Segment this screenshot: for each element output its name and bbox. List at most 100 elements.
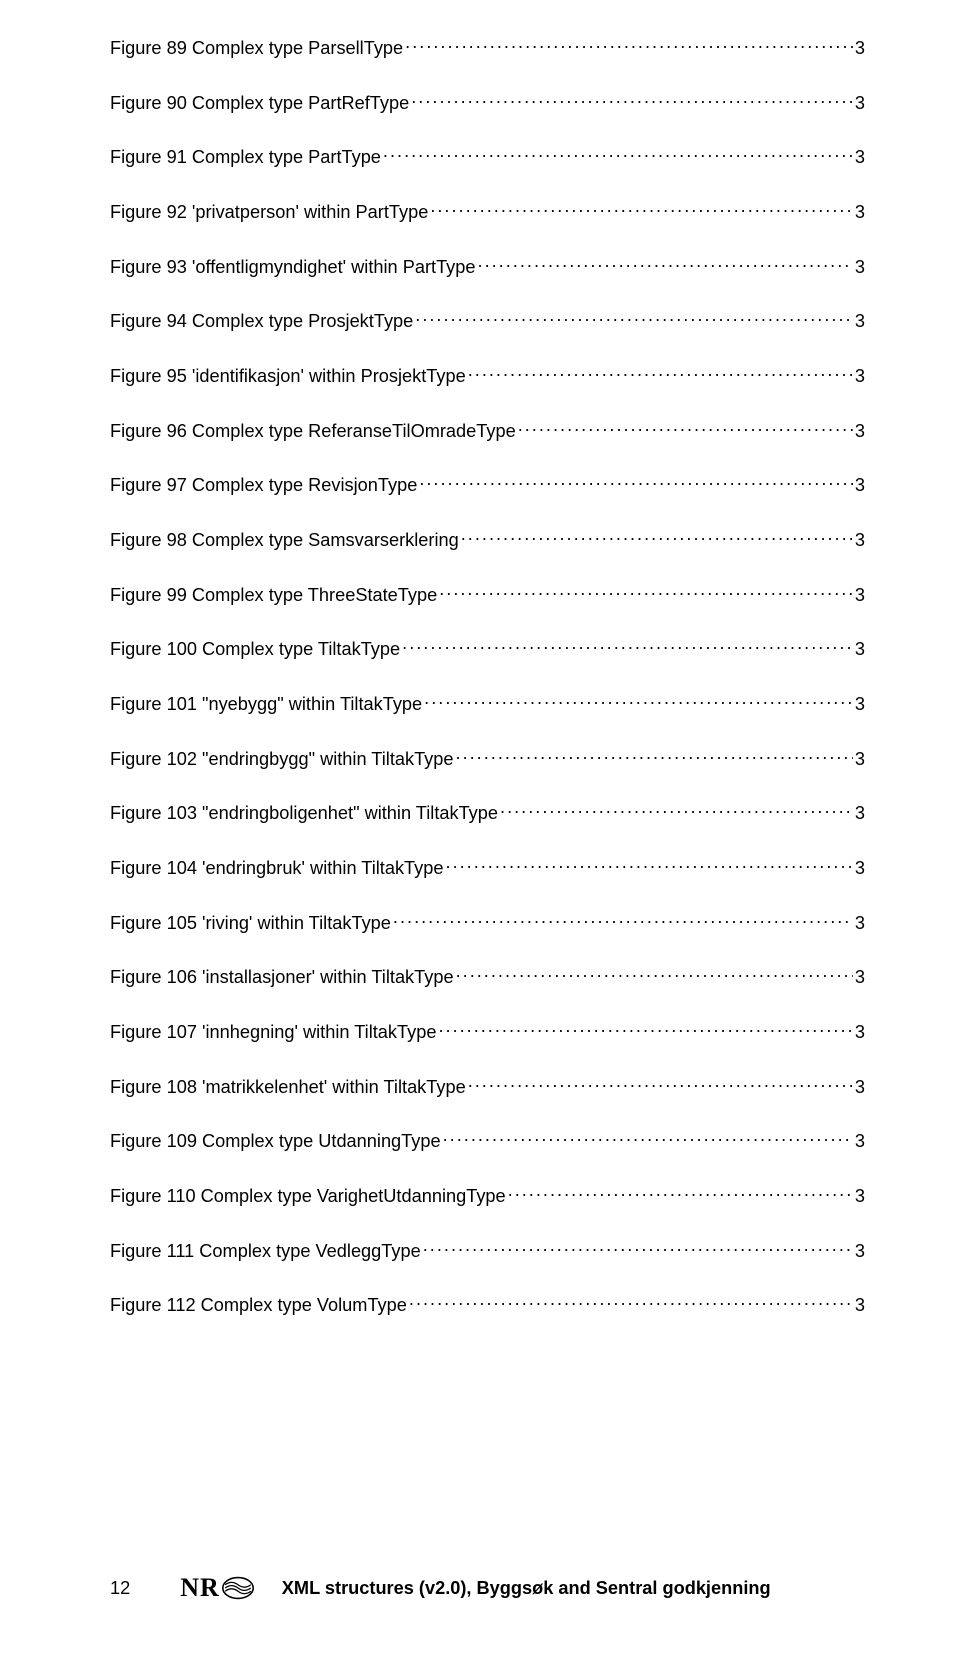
toc-entry: Figure 102 "endringbygg" within TiltakTy… <box>110 743 865 771</box>
toc-entry-label: Figure 98 Complex type Samsvarserklering <box>110 530 459 552</box>
toc-entry-page: 3 <box>855 967 865 989</box>
toc-entry: Figure 109 Complex type UtdanningType 3 <box>110 1125 865 1153</box>
toc-entry-page: 3 <box>855 585 865 607</box>
toc-entry-page: 3 <box>855 202 865 224</box>
toc-entry-page: 3 <box>855 38 865 60</box>
toc-leader-dots <box>415 305 853 327</box>
toc-entry-label: Figure 108 'matrikkelenhet' within Tilta… <box>110 1077 466 1099</box>
toc-leader-dots <box>468 1071 853 1093</box>
toc-entry-label: Figure 95 'identifikasjon' within Prosje… <box>110 366 466 388</box>
toc-leader-dots <box>478 251 853 273</box>
page-number: 12 <box>110 1578 130 1599</box>
toc-entry-label: Figure 111 Complex type VedleggType <box>110 1241 421 1263</box>
toc-entry-page: 3 <box>855 858 865 880</box>
toc-leader-dots <box>402 633 853 655</box>
toc-leader-dots <box>443 1125 853 1147</box>
toc-entry-label: Figure 97 Complex type RevisjonType <box>110 475 417 497</box>
toc-entry: Figure 95 'identifikasjon' within Prosje… <box>110 360 865 388</box>
toc-entry-page: 3 <box>855 1077 865 1099</box>
toc-entry: Figure 108 'matrikkelenhet' within Tilta… <box>110 1071 865 1099</box>
toc-leader-dots <box>430 196 853 218</box>
toc-entry-page: 3 <box>855 311 865 333</box>
toc-entry-page: 3 <box>855 749 865 771</box>
toc-entry: Figure 91 Complex type PartType 3 <box>110 141 865 169</box>
toc-leader-dots <box>445 852 852 874</box>
toc-entry-page: 3 <box>855 1295 865 1317</box>
toc-leader-dots <box>461 524 853 546</box>
toc-entry: Figure 104 'endringbruk' within TiltakTy… <box>110 852 865 880</box>
table-of-contents: Figure 89 Complex type ParsellType3Figur… <box>110 32 865 1317</box>
nr-logo: NR <box>180 1573 254 1603</box>
toc-entry: Figure 94 Complex type ProsjektType 3 <box>110 305 865 333</box>
toc-entry-label: Figure 105 'riving' within TiltakType <box>110 913 391 935</box>
toc-leader-dots <box>439 579 853 601</box>
toc-leader-dots <box>405 32 853 54</box>
toc-entry-page: 3 <box>855 1131 865 1153</box>
toc-leader-dots <box>383 141 853 163</box>
toc-entry-page: 3 <box>855 421 865 443</box>
toc-entry: Figure 100 Complex type TiltakType 3 <box>110 633 865 661</box>
toc-entry-page: 3 <box>855 913 865 935</box>
toc-entry: Figure 96 Complex type ReferanseTilOmrad… <box>110 415 865 443</box>
toc-entry: Figure 93 'offentligmyndighet' within Pa… <box>110 251 865 279</box>
toc-entry-page: 3 <box>855 1022 865 1044</box>
toc-entry: Figure 99 Complex type ThreeStateType 3 <box>110 579 865 607</box>
toc-entry-label: Figure 99 Complex type ThreeStateType <box>110 585 437 607</box>
toc-leader-dots <box>419 469 853 491</box>
toc-entry-page: 3 <box>855 1241 865 1263</box>
toc-entry-label: Figure 92 'privatperson' within PartType <box>110 202 428 224</box>
toc-entry-page: 3 <box>855 803 865 825</box>
toc-entry-label: Figure 110 Complex type VarighetUtdannin… <box>110 1186 506 1208</box>
toc-leader-dots <box>508 1180 853 1202</box>
toc-entry: Figure 90 Complex type PartRefType 3 <box>110 87 865 115</box>
toc-entry: Figure 110 Complex type VarighetUtdannin… <box>110 1180 865 1208</box>
toc-entry: Figure 107 'innhegning' within TiltakTyp… <box>110 1016 865 1044</box>
toc-leader-dots <box>456 961 853 983</box>
toc-entry-label: Figure 94 Complex type ProsjektType <box>110 311 413 333</box>
toc-entry-label: Figure 104 'endringbruk' within TiltakTy… <box>110 858 443 880</box>
toc-leader-dots <box>438 1016 852 1038</box>
toc-leader-dots <box>500 797 853 819</box>
toc-leader-dots <box>423 1235 853 1257</box>
toc-entry: Figure 112 Complex type VolumType 3 <box>110 1289 865 1317</box>
page-footer: 12 NR XML structures (v2.0), Byggsøk and… <box>0 1573 960 1603</box>
toc-entry-page: 3 <box>855 694 865 716</box>
toc-leader-dots <box>468 360 853 382</box>
toc-entry-page: 3 <box>855 639 865 661</box>
toc-entry-page: 3 <box>855 530 865 552</box>
toc-entry-label: Figure 103 "endringboligenhet" within Ti… <box>110 803 498 825</box>
toc-entry: Figure 105 'riving' within TiltakType 3 <box>110 907 865 935</box>
toc-entry-page: 3 <box>855 257 865 279</box>
page: Figure 89 Complex type ParsellType3Figur… <box>0 0 960 1659</box>
toc-entry-page: 3 <box>855 475 865 497</box>
footer-title: XML structures (v2.0), Byggsøk and Sentr… <box>282 1578 771 1599</box>
toc-entry-page: 3 <box>855 147 865 169</box>
toc-entry-label: Figure 91 Complex type PartType <box>110 147 381 169</box>
toc-leader-dots <box>393 907 853 929</box>
toc-entry: Figure 92 'privatperson' within PartType… <box>110 196 865 224</box>
toc-leader-dots <box>411 87 853 109</box>
toc-leader-dots <box>409 1289 853 1311</box>
toc-entry-page: 3 <box>855 93 865 115</box>
toc-entry: Figure 103 "endringboligenhet" within Ti… <box>110 797 865 825</box>
toc-leader-dots <box>424 688 853 710</box>
toc-entry-label: Figure 109 Complex type UtdanningType <box>110 1131 441 1153</box>
toc-entry-label: Figure 93 'offentligmyndighet' within Pa… <box>110 257 476 279</box>
wave-icon <box>220 1576 254 1600</box>
toc-entry-label: Figure 96 Complex type ReferanseTilOmrad… <box>110 421 516 443</box>
toc-entry: Figure 98 Complex type Samsvarserklering… <box>110 524 865 552</box>
toc-leader-dots <box>518 415 853 437</box>
toc-entry: Figure 111 Complex type VedleggType 3 <box>110 1235 865 1263</box>
toc-entry: Figure 106 'installasjoner' within Tilta… <box>110 961 865 989</box>
toc-entry-label: Figure 90 Complex type PartRefType <box>110 93 409 115</box>
toc-entry-label: Figure 100 Complex type TiltakType <box>110 639 400 661</box>
toc-entry-page: 3 <box>855 366 865 388</box>
toc-entry: Figure 101 "nyebygg" within TiltakType3 <box>110 688 865 716</box>
toc-entry-label: Figure 107 'innhegning' within TiltakTyp… <box>110 1022 436 1044</box>
toc-entry-label: Figure 102 "endringbygg" within TiltakTy… <box>110 749 454 771</box>
toc-entry-label: Figure 89 Complex type ParsellType <box>110 38 403 60</box>
toc-leader-dots <box>456 743 853 765</box>
nr-logo-text: NR <box>180 1573 220 1603</box>
toc-entry-label: Figure 112 Complex type VolumType <box>110 1295 407 1317</box>
toc-entry-label: Figure 106 'installasjoner' within Tilta… <box>110 967 454 989</box>
